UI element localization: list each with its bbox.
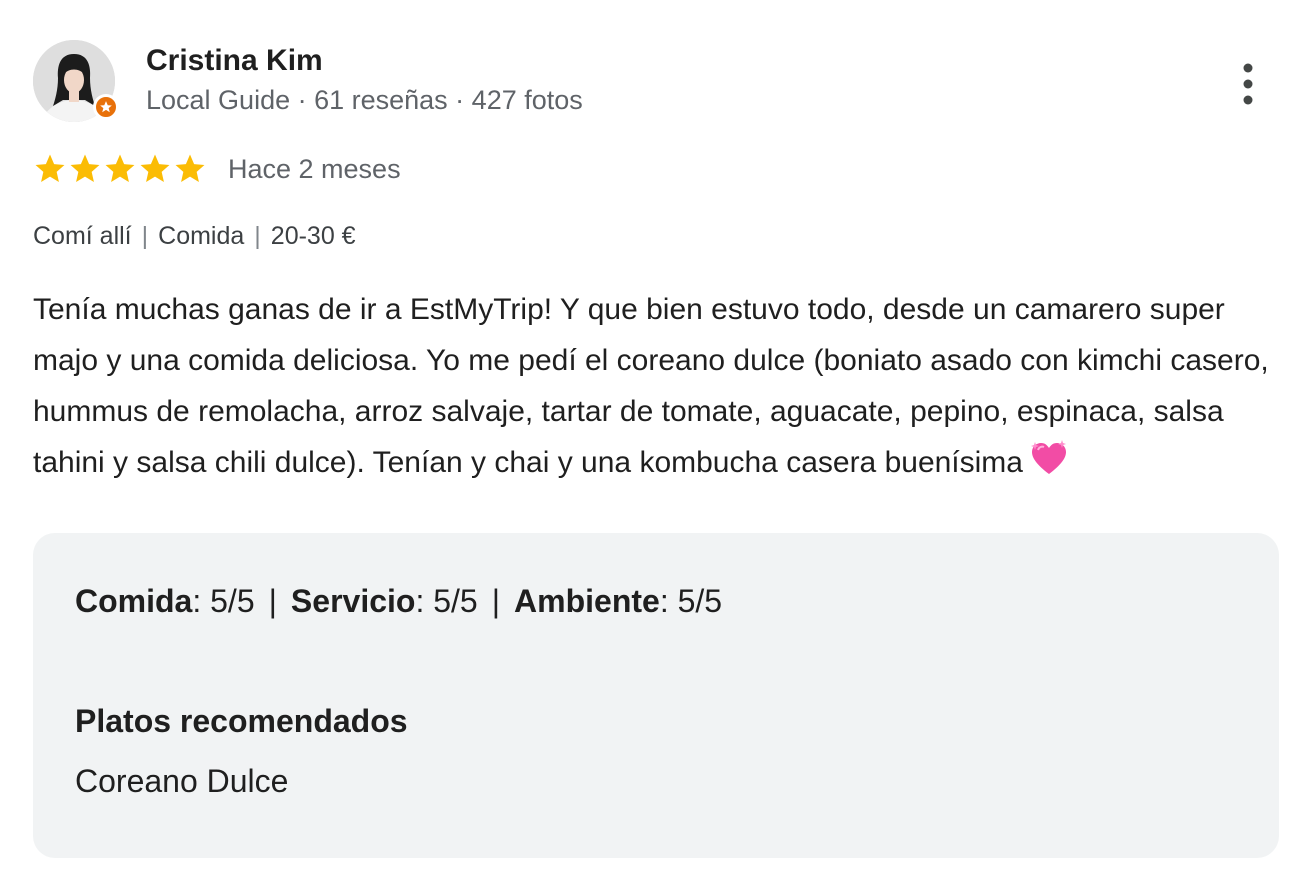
- ambience-score-value: : 5/5: [659, 583, 723, 619]
- star-rating: [33, 152, 208, 186]
- meal-type: Comida: [158, 222, 245, 250]
- star-icon: [35, 154, 65, 183]
- ambience-score-label: Ambiente: [514, 583, 660, 619]
- category-scores: Comida: 5/5 | Servicio: 5/5 | Ambiente: 5/5: [75, 583, 722, 620]
- rating-row: Hace 2 meses: [33, 150, 401, 188]
- star-icon: [175, 154, 205, 183]
- food-score-label: Comida: [75, 583, 193, 619]
- sparkling-heart-icon: [1029, 440, 1069, 492]
- attribute-separator: |: [141, 222, 149, 250]
- recommended-dishes-title: Platos recomendados: [75, 703, 408, 739]
- local-guide-badge-icon: [93, 94, 119, 120]
- review-summary-box: Comida: 5/5 | Servicio: 5/5 | Ambiente: 5/5 …: [33, 533, 1279, 858]
- service-score-value: : 5/5: [415, 583, 478, 619]
- author-avatar-button[interactable]: [33, 40, 119, 122]
- star-icon: [100, 101, 112, 113]
- star-icon: [140, 154, 170, 183]
- score-separator: |: [268, 583, 277, 619]
- price-range: 20-30 €: [270, 222, 356, 250]
- review-attributes: Comí allí | Comida | 20-30 €: [33, 222, 356, 251]
- attribute-separator: |: [254, 222, 261, 250]
- food-score-value: : 5/5: [192, 583, 255, 619]
- star-icon: [70, 154, 100, 183]
- service-type: Comí allí: [33, 222, 132, 250]
- service-score-label: Servicio: [290, 583, 416, 619]
- score-separator: |: [491, 583, 501, 619]
- review-date: Hace 2 meses: [228, 153, 401, 184]
- more-vert-icon: [1243, 63, 1253, 105]
- review-text: Tenía muchas ganas de ir a EstMyTrip! Y …: [33, 284, 1288, 492]
- author-name-link[interactable]: Cristina Kim: [146, 44, 323, 78]
- review-header: Cristina Kim Local Guide · 61 reseñas · …: [33, 40, 1273, 124]
- more-options-button[interactable]: [1230, 58, 1266, 110]
- star-icon: [105, 154, 135, 183]
- author-meta: Local Guide · 61 reseñas · 427 fotos: [146, 85, 583, 115]
- review-card: Cristina Kim Local Guide · 61 reseñas · …: [0, 0, 1310, 871]
- review-body: Tenía muchas ganas de ir a EstMyTrip! Y …: [33, 293, 1269, 479]
- recommended-dish: Coreano Dulce: [75, 763, 289, 799]
